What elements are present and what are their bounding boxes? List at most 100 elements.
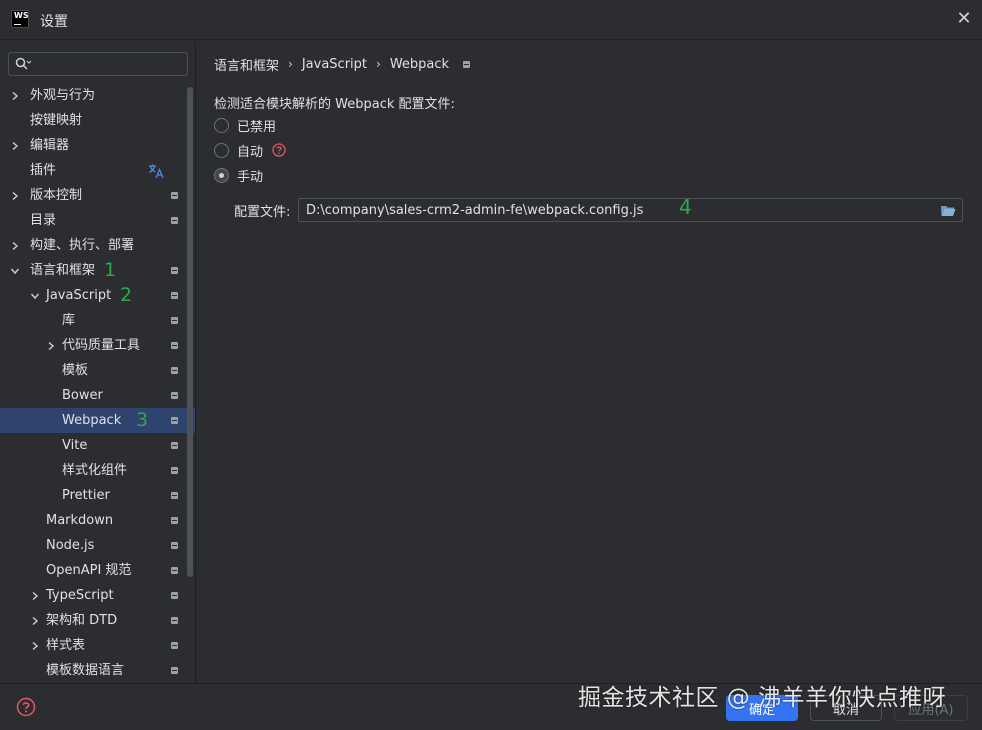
sidebar-item[interactable]: 构建、执行、部署 xyxy=(0,233,195,258)
chevron-right-icon[interactable] xyxy=(29,583,41,608)
sidebar-item[interactable]: 模板数据语言 xyxy=(0,658,195,683)
sidebar-item[interactable]: 目录 xyxy=(0,208,195,233)
radio-automatic[interactable]: 自动 xyxy=(214,140,286,160)
sidebar-item[interactable]: 样式化组件 xyxy=(0,458,195,483)
breadcrumb: 语言和框架 › JavaScript › Webpack xyxy=(214,55,471,74)
step-number: 4 xyxy=(679,195,692,219)
project-scope-icon xyxy=(171,442,178,449)
sidebar-item[interactable]: 按键映射 xyxy=(0,108,195,133)
project-scope-icon xyxy=(171,667,178,674)
project-scope-icon xyxy=(171,367,178,374)
breadcrumb-separator: › xyxy=(376,57,381,71)
sidebar-item[interactable]: Vite xyxy=(0,433,195,458)
search-box[interactable] xyxy=(8,52,188,76)
sidebar-item-label: 编辑器 xyxy=(30,138,70,153)
watermark: 掘金技术社区 @ 沸羊羊你快点推呀 xyxy=(578,685,947,711)
project-scope-icon xyxy=(171,467,178,474)
sidebar-item-label: 外观与行为 xyxy=(30,88,96,103)
sidebar-scrollbar[interactable] xyxy=(187,87,193,577)
sidebar-item-label: 样式表 xyxy=(46,638,86,653)
sidebar-item[interactable]: 代码质量工具 xyxy=(0,333,195,358)
sidebar-item[interactable]: Bower xyxy=(0,383,195,408)
help-icon[interactable] xyxy=(16,697,36,717)
project-scope-icon xyxy=(171,342,178,349)
chevron-right-icon[interactable] xyxy=(9,83,21,108)
project-scope-icon xyxy=(171,417,178,424)
help-icon[interactable] xyxy=(272,143,286,157)
sidebar-item-label: Webpack xyxy=(62,413,122,428)
project-scope-icon xyxy=(171,542,178,549)
project-scope-icon xyxy=(171,592,178,599)
sidebar-item[interactable]: 插件 xyxy=(0,158,195,183)
sidebar-item[interactable]: 模板 xyxy=(0,358,195,383)
sidebar-item-label: JavaScript xyxy=(46,288,112,303)
sidebar-item[interactable]: 库 xyxy=(0,308,195,333)
project-scope-icon xyxy=(171,617,178,624)
chevron-right-icon[interactable] xyxy=(9,233,21,258)
translate-icon xyxy=(149,164,164,179)
config-file-field[interactable] xyxy=(298,198,963,222)
breadcrumb-item[interactable]: JavaScript xyxy=(302,57,367,72)
breadcrumb-separator: › xyxy=(288,57,293,71)
chevron-down-icon[interactable] xyxy=(29,283,41,308)
chevron-right-icon[interactable] xyxy=(9,183,21,208)
sidebar-item[interactable]: TypeScript xyxy=(0,583,195,608)
sidebar-item[interactable]: 样式表 xyxy=(0,633,195,658)
sidebar-item-label: OpenAPI 规范 xyxy=(46,563,132,578)
sidebar-item[interactable]: Markdown xyxy=(0,508,195,533)
config-file-label: 配置文件: xyxy=(234,205,291,220)
radio-button-checked[interactable] xyxy=(214,167,229,183)
breadcrumb-item[interactable]: 语言和框架 xyxy=(214,55,279,74)
chevron-right-icon[interactable] xyxy=(29,633,41,658)
sidebar-item[interactable]: 语言和框架 1 xyxy=(0,258,195,283)
sidebar-item[interactable]: 外观与行为 xyxy=(0,83,195,108)
sidebar-item[interactable]: 编辑器 xyxy=(0,133,195,158)
sidebar-item-label: 模板 xyxy=(62,363,89,378)
folder-open-icon[interactable] xyxy=(940,204,956,217)
section-label: 检测适合模块解析的 Webpack 配置文件: xyxy=(214,97,455,112)
sidebar-item-label: 构建、执行、部署 xyxy=(30,238,135,253)
project-scope-icon xyxy=(171,292,178,299)
step-number: 3 xyxy=(136,409,149,431)
radio-manual[interactable]: 手动 xyxy=(214,165,263,185)
webstorm-logo-icon: WS xyxy=(11,10,29,28)
project-scope-icon xyxy=(171,217,178,224)
chevron-right-icon[interactable] xyxy=(29,608,41,633)
project-scope-icon xyxy=(171,267,178,274)
project-scope-icon xyxy=(171,392,178,399)
sidebar-item[interactable]: 版本控制 xyxy=(0,183,195,208)
sidebar-item[interactable]: Webpack 3 xyxy=(0,408,195,433)
radio-button[interactable] xyxy=(214,117,229,133)
sidebar-item-label: 语言和框架 xyxy=(30,263,96,278)
sidebar-item-label: 插件 xyxy=(30,163,57,178)
chevron-right-icon[interactable] xyxy=(45,333,57,358)
window-title: 设置 xyxy=(40,14,68,30)
radio-button[interactable] xyxy=(214,142,229,158)
sidebar-item[interactable]: JavaScript 2 xyxy=(0,283,195,308)
search-input[interactable] xyxy=(39,55,179,73)
radio-label: 已禁用 xyxy=(237,119,277,135)
sidebar-item[interactable]: 架构和 DTD xyxy=(0,608,195,633)
sidebar-item-label: 样式化组件 xyxy=(62,463,128,478)
project-scope-icon xyxy=(171,567,178,574)
sidebar-item-label: Bower xyxy=(62,388,103,403)
sidebar-item-label: Markdown xyxy=(46,513,114,528)
settings-content: 语言和框架 › JavaScript › Webpack 检测适合模块解析的 W… xyxy=(197,41,982,683)
sidebar-item[interactable]: OpenAPI 规范 xyxy=(0,558,195,583)
sidebar-item-label: 架构和 DTD xyxy=(46,613,118,628)
project-scope-icon xyxy=(171,492,178,499)
config-file-input[interactable] xyxy=(306,201,926,219)
radio-disabled[interactable]: 已禁用 xyxy=(214,115,276,135)
close-icon[interactable]: ✕ xyxy=(954,9,974,29)
sidebar-item-label: 模板数据语言 xyxy=(46,663,125,678)
chevron-down-icon[interactable] xyxy=(9,258,21,283)
project-scope-icon xyxy=(463,60,471,68)
sidebar-item-label: 库 xyxy=(62,313,76,328)
sidebar-item[interactable]: Node.js xyxy=(0,533,195,558)
sidebar-item[interactable]: Prettier xyxy=(0,483,195,508)
radio-label: 手动 xyxy=(237,169,264,185)
chevron-right-icon[interactable] xyxy=(9,133,21,158)
sidebar-item-label: Prettier xyxy=(62,488,110,503)
breadcrumb-item: Webpack xyxy=(389,56,450,72)
sidebar-item-label: TypeScript xyxy=(46,588,114,603)
